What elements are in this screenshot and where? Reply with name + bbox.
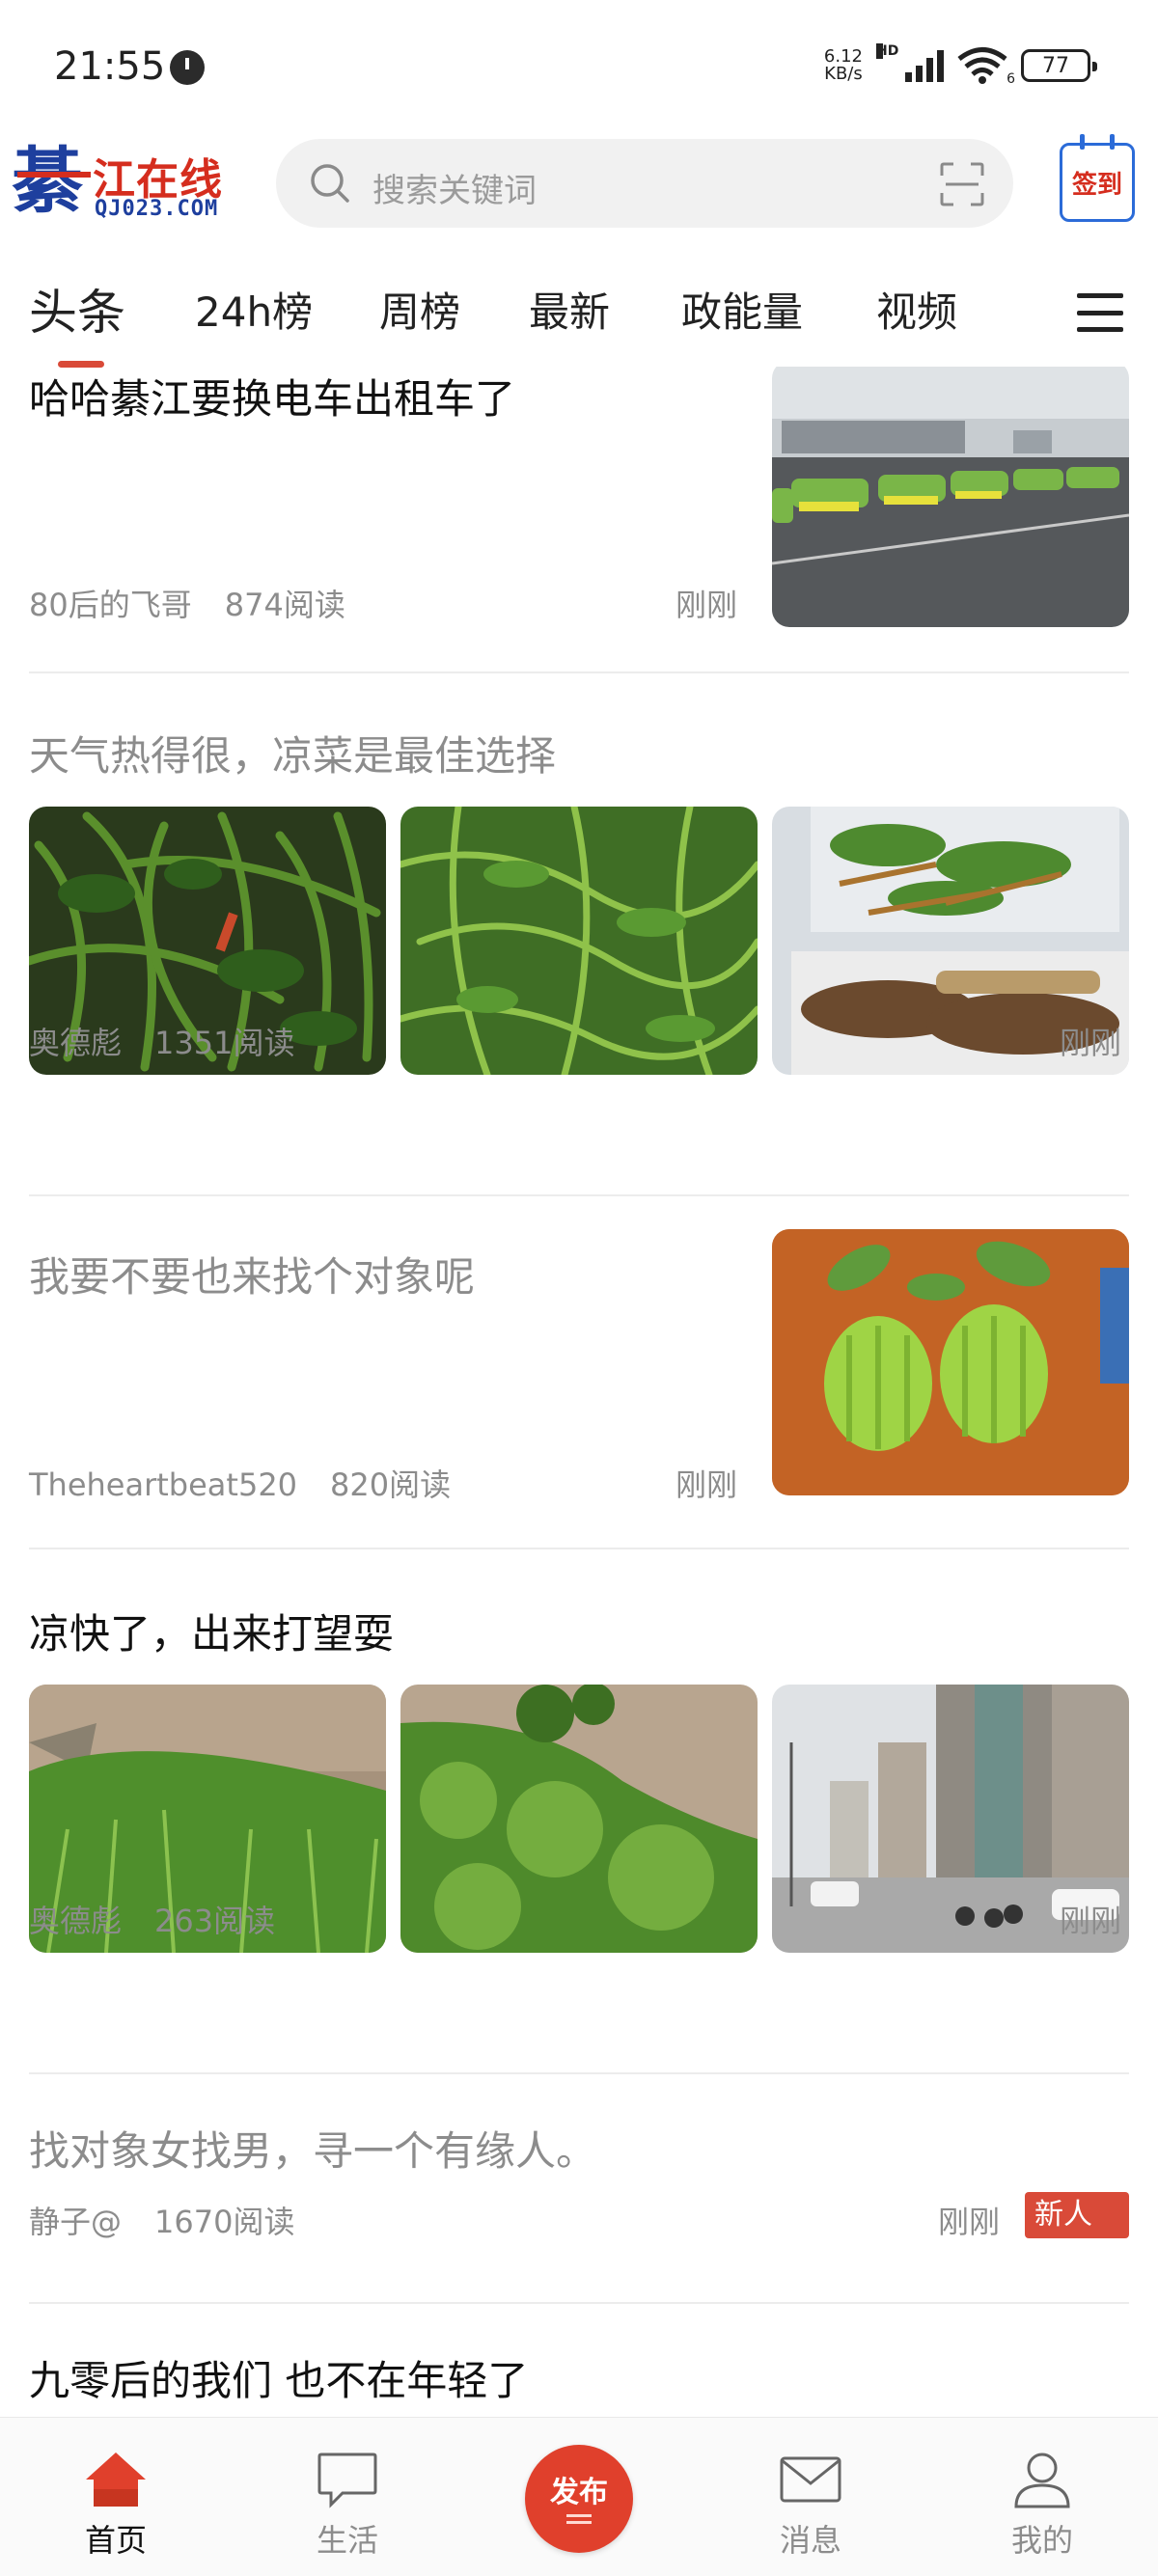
post-reads: 1670阅读 (154, 2204, 295, 2240)
app-header: 綦 江在线 QJ023.COM 搜索关键词 签到 (0, 134, 1158, 241)
nav-life[interactable]: 生活 (270, 2418, 425, 2576)
battery-level: 77 (1042, 53, 1069, 78)
nav-mine[interactable]: 我的 (965, 2418, 1119, 2576)
taxi-parking-lot-photo[interactable] (772, 367, 1129, 627)
publish-button[interactable]: 发布 (525, 2445, 633, 2553)
wifi-label: 6 (1006, 71, 1015, 87)
status-bar: 21:55 6.12 KB/s HD 6 77 (0, 0, 1158, 135)
menu-icon[interactable] (1077, 293, 1123, 332)
post-time: 刚刚 (1060, 1025, 1122, 1061)
nav-mine-label: 我的 (1010, 2522, 1073, 2559)
nav-messages[interactable]: 消息 (733, 2418, 888, 2576)
post-meta: Theheartbeat520 820阅读 (29, 1461, 451, 1505)
chat-bubble-icon (317, 2453, 377, 2508)
tab-weekly-rank[interactable]: 周榜 (379, 280, 460, 339)
feed-item[interactable]: 哈哈綦江要换电车出租车了 80后的飞哥 874阅读 刚刚 (29, 367, 1129, 627)
feed-item[interactable]: 找对象女找男，寻一个有缘人。 静子@ 1670阅读 刚刚 新人帖 (29, 2119, 1129, 2278)
feed-item[interactable]: 凉快了，出来打望耍 奥德彪 263阅读 刚刚 (29, 1602, 1129, 1968)
envelope-icon (780, 2456, 841, 2503)
logo-url: QJ023.COM (95, 197, 219, 221)
tab-headlines[interactable]: 头条 (29, 274, 125, 343)
feed-item[interactable]: 我要不要也来找个对象呢 Theheartbeat520 820阅读 刚刚 (29, 1229, 1129, 1515)
hd-label: HD (876, 43, 899, 59)
publish-lines-icon (566, 2514, 592, 2524)
divider (29, 2302, 1129, 2304)
post-reads: 263阅读 (154, 1903, 276, 1939)
status-indicators: 6.12 KB/s HD 6 77 (824, 43, 1097, 87)
search-icon (311, 164, 349, 203)
post-title: 找对象女找男，寻一个有缘人。 (29, 2127, 597, 2175)
divider (29, 671, 1129, 673)
new-user-badge: 新人帖 (1025, 2192, 1129, 2278)
post-reads: 874阅读 (224, 587, 345, 623)
publish-label: 发布 (550, 2476, 608, 2509)
user-icon (1014, 2453, 1070, 2508)
post-title: 哈哈綦江要换电车出租车了 (29, 375, 516, 423)
post-meta: 80后的飞哥 874阅读 (29, 581, 345, 625)
status-time: 21:55 (54, 44, 166, 89)
feed-item[interactable]: 天气热得很，凉菜是最佳选择 奥德彪 1351阅读 刚刚 (29, 724, 1129, 1090)
wifi-icon: 6 (957, 46, 1015, 87)
post-author: 静子@ (29, 2204, 123, 2240)
post-author: 奥德彪 (29, 1903, 123, 1939)
nav-life-label: 生活 (316, 2522, 378, 2559)
tab-positive-energy[interactable]: 政能量 (681, 280, 803, 339)
net-speed-unit: KB/s (824, 64, 863, 84)
fresh-greens-photo[interactable] (400, 807, 758, 1075)
post-title: 我要不要也来找个对象呢 (29, 1253, 476, 1301)
post-time: 刚刚 (676, 1466, 738, 1503)
post-title: 九零后的我们 也不在年轻了 (29, 2357, 529, 2404)
tab-24h-rank[interactable]: 24h榜 (195, 280, 313, 339)
news-feed: 哈哈綦江要换电车出租车了 80后的飞哥 874阅读 刚刚 天气热得很，凉菜是最佳… (0, 367, 1158, 2417)
search-input[interactable]: 搜索关键词 (276, 139, 1013, 228)
scan-icon[interactable] (940, 162, 984, 206)
feed-item[interactable]: 九零后的我们 也不在年轻了 (29, 2348, 1129, 2416)
fingered-citron-photo[interactable] (772, 1229, 1129, 1495)
alarm-clock-icon (170, 50, 205, 85)
post-author: Theheartbeat520 (29, 1466, 298, 1503)
category-tabs: 头条 24h榜 周榜 最新 政能量 视频 (0, 270, 1158, 368)
network-speed: 6.12 KB/s (824, 48, 863, 83)
cell-signal-icon: HD (876, 43, 944, 82)
battery-icon: 77 (1021, 49, 1097, 82)
post-meta: 奥德彪 1351阅读 (29, 1019, 294, 1063)
post-title: 天气热得很，凉菜是最佳选择 (29, 732, 557, 780)
post-author: 奥德彪 (29, 1025, 123, 1061)
divider (29, 1194, 1129, 1196)
post-title: 凉快了，出来打望耍 (29, 1610, 395, 1658)
tab-latest[interactable]: 最新 (529, 280, 610, 339)
search-placeholder: 搜索关键词 (372, 172, 537, 210)
post-time: 刚刚 (1060, 1903, 1122, 1939)
checkin-button[interactable]: 签到 (1060, 134, 1135, 222)
post-time: 刚刚 (676, 587, 738, 623)
nav-home-label: 首页 (84, 2522, 147, 2559)
divider (29, 1548, 1129, 1549)
logo-char: 綦 (12, 140, 91, 223)
green-shrubs-photo[interactable] (400, 1685, 758, 1953)
tab-video[interactable]: 视频 (876, 280, 957, 339)
nav-messages-label: 消息 (779, 2522, 841, 2559)
app-logo[interactable]: 綦 江在线 QJ023.COM (12, 140, 243, 228)
post-author: 80后的飞哥 (29, 587, 192, 623)
post-reads: 820阅读 (330, 1466, 452, 1503)
bottom-nav: 首页 生活 发布 消息 我的 (0, 2417, 1158, 2576)
post-meta: 静子@ 1670阅读 (29, 2198, 294, 2242)
post-reads: 1351阅读 (154, 1025, 295, 1061)
post-meta: 奥德彪 263阅读 (29, 1897, 275, 1941)
post-time: 刚刚 (938, 2204, 1001, 2240)
checkin-label: 签到 (1071, 170, 1122, 200)
home-icon (86, 2453, 146, 2507)
nav-home[interactable]: 首页 (39, 2418, 193, 2576)
divider (29, 2072, 1129, 2074)
